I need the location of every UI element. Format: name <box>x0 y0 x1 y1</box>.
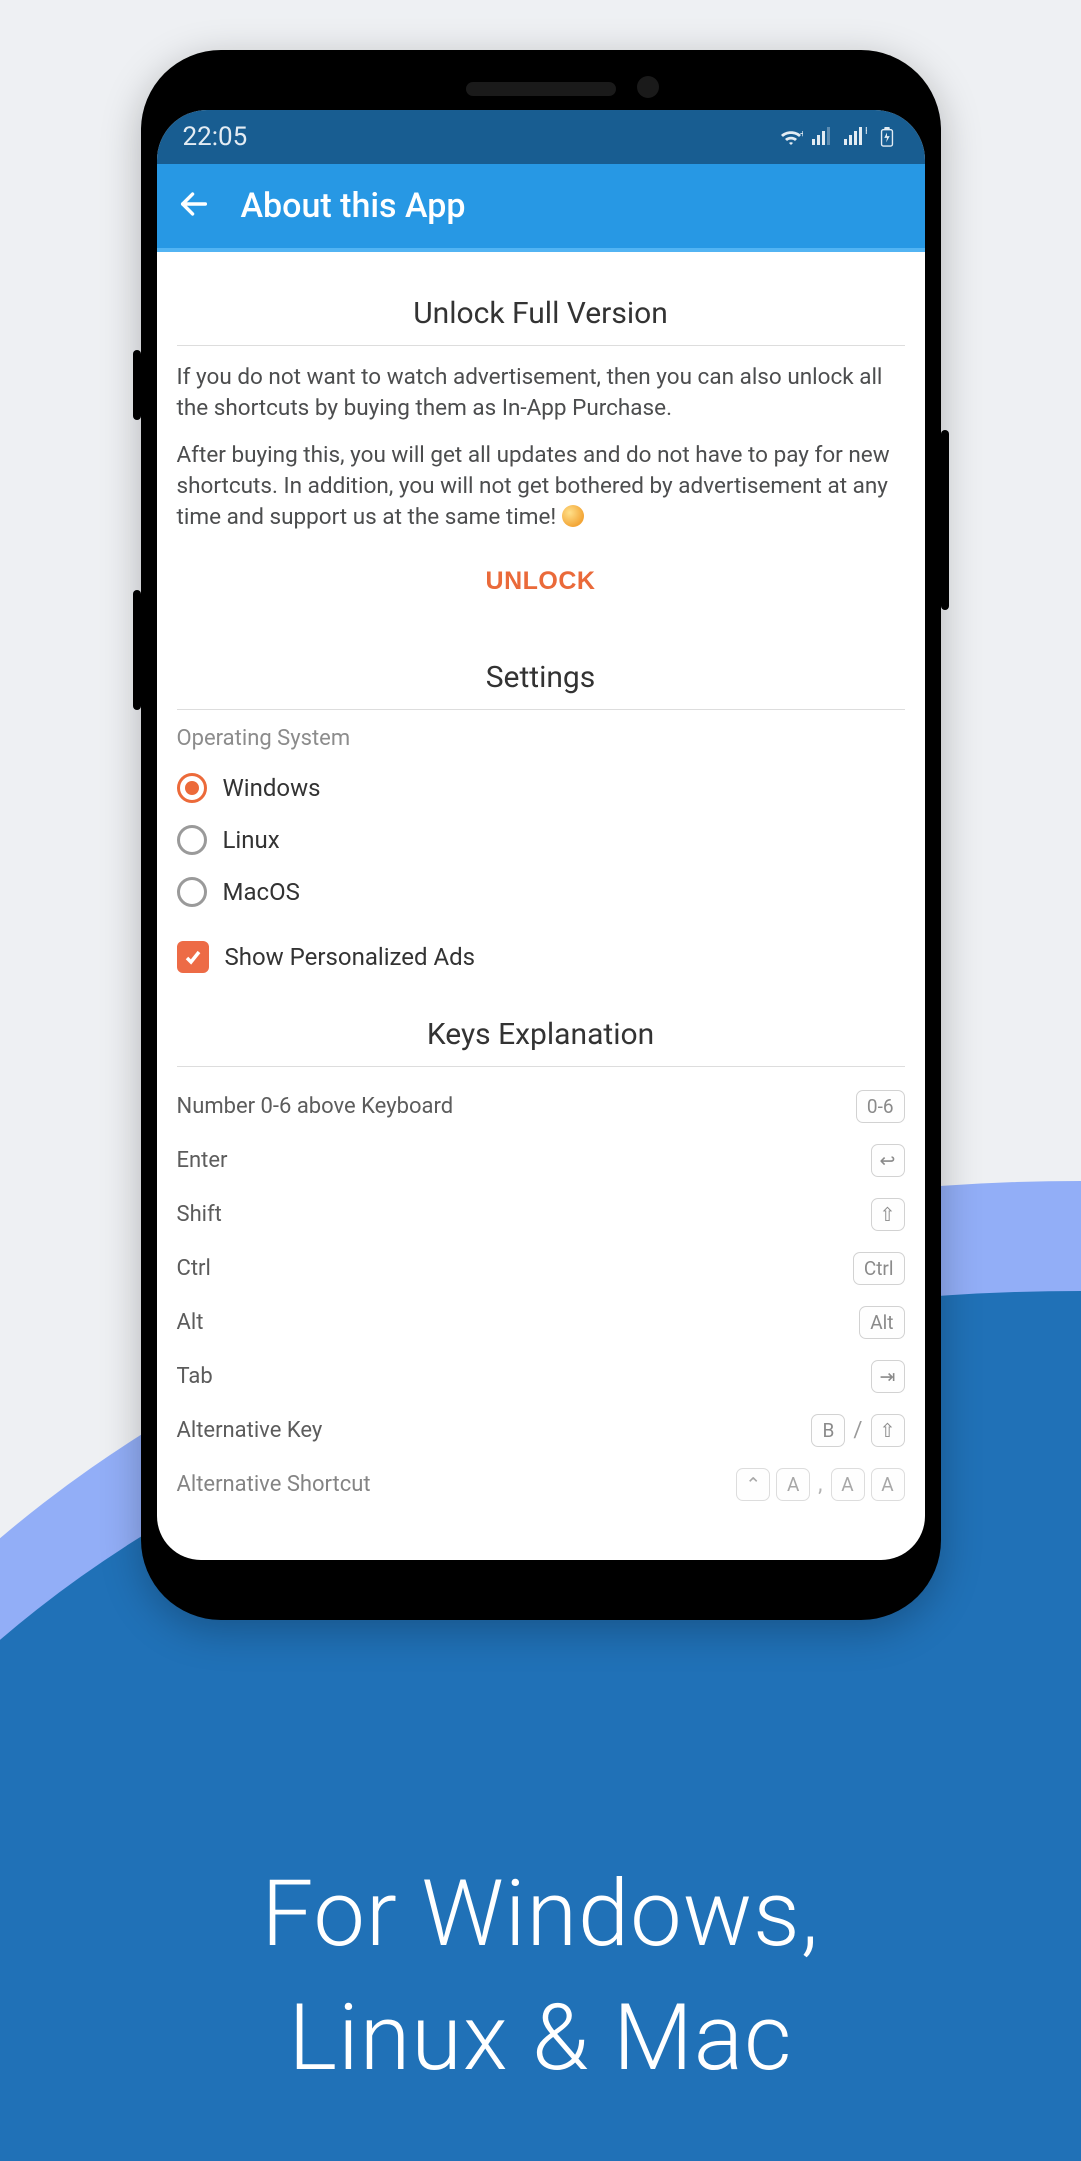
unlock-section-title: Unlock Full Version <box>177 272 905 345</box>
battery-icon <box>875 127 899 147</box>
radio-linux[interactable]: Linux <box>177 825 905 855</box>
divider <box>177 1066 905 1067</box>
divider <box>177 345 905 346</box>
phone-side-button <box>941 430 949 610</box>
key-row: Ctrl Ctrl <box>177 1241 905 1295</box>
svg-text:+: + <box>800 129 803 140</box>
key-badge: Alt <box>859 1306 904 1339</box>
radio-icon <box>177 825 207 855</box>
keys-list: Number 0-6 above Keyboard 0-6 Enter ↩ Sh… <box>177 1079 905 1511</box>
key-row: Alternative Key B / ⇧ <box>177 1403 905 1457</box>
promo-line2: Linux & Mac <box>0 1977 1081 2101</box>
phone-side-button <box>133 350 141 420</box>
promo-caption: For Windows, Linux & Mac <box>0 1853 1081 2101</box>
svg-text:R: R <box>865 127 867 137</box>
checkbox-personalized-ads[interactable]: Show Personalized Ads <box>177 941 905 973</box>
os-label: Operating System <box>177 726 905 751</box>
key-badge: A <box>776 1468 810 1501</box>
unlock-paragraph-2: After buying this, you will get all upda… <box>177 440 905 533</box>
unlock-paragraph-1: If you do not want to watch advertisemen… <box>177 362 905 424</box>
key-badge: ⌃ <box>736 1468 770 1501</box>
radio-windows[interactable]: Windows <box>177 773 905 803</box>
radio-icon <box>177 773 207 803</box>
key-label: Tab <box>177 1364 213 1389</box>
key-row: Shift ⇧ <box>177 1187 905 1241</box>
key-badge: B <box>811 1414 845 1447</box>
status-icons: + R <box>779 127 899 147</box>
check-icon <box>183 947 203 967</box>
phone-screen: 22:05 + R About this App Unlock Full Ver… <box>157 110 925 1560</box>
key-badge: A <box>871 1468 905 1501</box>
key-badge: ⇧ <box>871 1414 905 1447</box>
content-area[interactable]: Unlock Full Version If you do not want t… <box>157 252 925 1511</box>
separator: , <box>816 1472 824 1497</box>
unlock-button[interactable]: UNLOCK <box>486 567 596 596</box>
key-label: Enter <box>177 1148 228 1173</box>
key-badge: 0-6 <box>856 1090 905 1123</box>
key-label: Alt <box>177 1310 204 1335</box>
divider <box>177 709 905 710</box>
key-label: Ctrl <box>177 1256 211 1281</box>
signal-icon <box>811 127 835 147</box>
key-label: Alternative Key <box>177 1418 323 1443</box>
key-badge: A <box>831 1468 865 1501</box>
radio-label: MacOS <box>223 878 300 906</box>
checkbox-label: Show Personalized Ads <box>225 943 476 971</box>
key-row: Tab ⇥ <box>177 1349 905 1403</box>
phone-frame: 22:05 + R About this App Unlock Full Ver… <box>141 50 941 1620</box>
phone-side-button <box>133 590 141 710</box>
key-row: Number 0-6 above Keyboard 0-6 <box>177 1079 905 1133</box>
key-label: Number 0-6 above Keyboard <box>177 1094 454 1119</box>
radio-icon <box>177 877 207 907</box>
status-time: 22:05 <box>183 122 248 152</box>
key-label: Alternative Shortcut <box>177 1472 371 1497</box>
keys-section-title: Keys Explanation <box>177 993 905 1066</box>
key-badge: ⇥ <box>871 1360 905 1393</box>
smile-emoji-icon <box>562 505 584 527</box>
arrow-left-icon <box>177 187 211 221</box>
status-bar: 22:05 + R <box>157 110 925 164</box>
key-badge: Ctrl <box>853 1252 905 1285</box>
radio-label: Windows <box>223 774 321 802</box>
radio-label: Linux <box>223 826 280 854</box>
checkbox-icon <box>177 941 209 973</box>
wifi-icon: + <box>779 127 803 147</box>
separator: / <box>851 1418 864 1443</box>
promo-line1: For Windows, <box>0 1853 1081 1977</box>
key-badge: ↩ <box>871 1144 905 1177</box>
key-row: Alternative Shortcut ⌃ A , A A <box>177 1457 905 1511</box>
app-bar: About this App <box>157 164 925 252</box>
settings-section-title: Settings <box>177 636 905 709</box>
key-row: Alt Alt <box>177 1295 905 1349</box>
back-button[interactable] <box>177 187 211 225</box>
key-label: Shift <box>177 1202 222 1227</box>
signal-r-icon: R <box>843 127 867 147</box>
key-row: Enter ↩ <box>177 1133 905 1187</box>
app-title: About this App <box>241 186 466 226</box>
key-badge: ⇧ <box>871 1198 905 1231</box>
radio-macos[interactable]: MacOS <box>177 877 905 907</box>
